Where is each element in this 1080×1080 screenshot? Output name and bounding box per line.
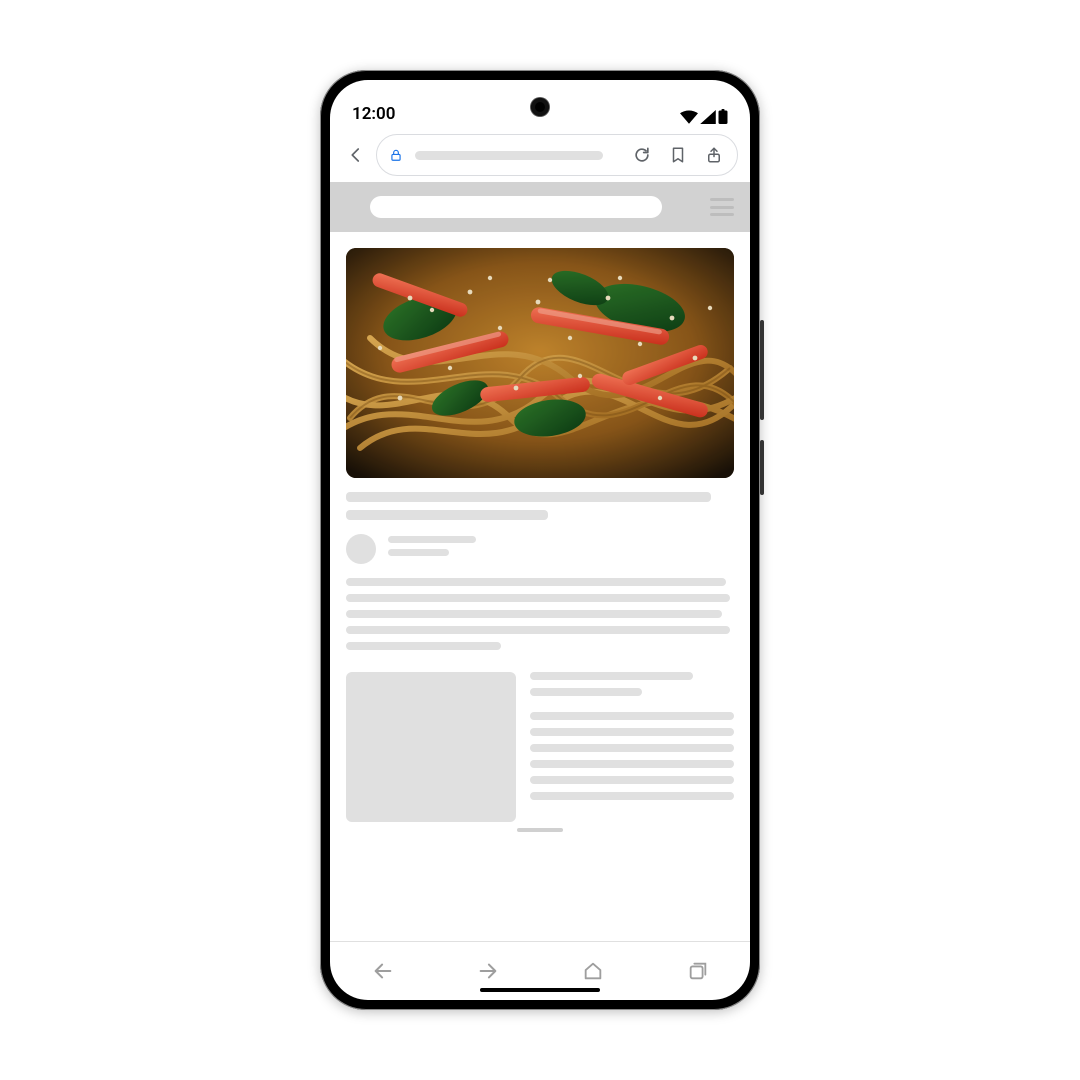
nav-tabs-button[interactable] bbox=[672, 949, 724, 993]
lock-icon bbox=[389, 148, 403, 162]
back-button[interactable] bbox=[342, 141, 370, 169]
tabs-icon bbox=[687, 960, 709, 982]
hero-image[interactable] bbox=[346, 248, 734, 478]
site-header bbox=[330, 182, 750, 232]
reload-icon bbox=[632, 145, 652, 165]
hamburger-menu[interactable] bbox=[710, 198, 734, 216]
paragraph-block bbox=[330, 564, 750, 650]
url-placeholder bbox=[415, 151, 603, 160]
nav-forward-button[interactable] bbox=[462, 949, 514, 993]
nav-back-button[interactable] bbox=[357, 949, 409, 993]
share-button[interactable] bbox=[703, 144, 725, 166]
phone-frame: 12:00 bbox=[320, 70, 760, 1010]
bookmark-button[interactable] bbox=[667, 144, 689, 166]
scroll-indicator bbox=[517, 828, 563, 832]
title-block bbox=[330, 478, 750, 520]
phone-screen: 12:00 bbox=[330, 80, 750, 1000]
gesture-bar[interactable] bbox=[480, 988, 600, 992]
home-icon bbox=[582, 960, 604, 982]
card-image-placeholder[interactable] bbox=[346, 672, 516, 822]
hamburger-icon bbox=[710, 198, 734, 201]
status-indicators bbox=[680, 109, 728, 124]
chevron-left-icon bbox=[347, 146, 365, 164]
status-time: 12:00 bbox=[352, 104, 395, 124]
share-icon bbox=[705, 145, 723, 165]
volume-button bbox=[760, 320, 764, 420]
web-content[interactable] bbox=[330, 182, 750, 941]
front-camera bbox=[531, 98, 549, 116]
arrow-left-icon bbox=[372, 960, 394, 982]
browser-toolbar bbox=[330, 128, 750, 182]
arrow-right-icon bbox=[477, 960, 499, 982]
author-row bbox=[330, 528, 750, 564]
nav-home-button[interactable] bbox=[567, 949, 619, 993]
cellular-icon bbox=[700, 110, 716, 124]
site-search-placeholder[interactable] bbox=[370, 196, 662, 218]
wifi-icon bbox=[680, 110, 698, 124]
author-avatar[interactable] bbox=[346, 534, 376, 564]
related-card bbox=[330, 658, 750, 822]
food-photo bbox=[346, 248, 734, 478]
address-bar[interactable] bbox=[376, 134, 738, 176]
battery-icon bbox=[718, 109, 728, 124]
reload-button[interactable] bbox=[631, 144, 653, 166]
bookmark-icon bbox=[669, 145, 687, 165]
power-button bbox=[760, 440, 764, 495]
